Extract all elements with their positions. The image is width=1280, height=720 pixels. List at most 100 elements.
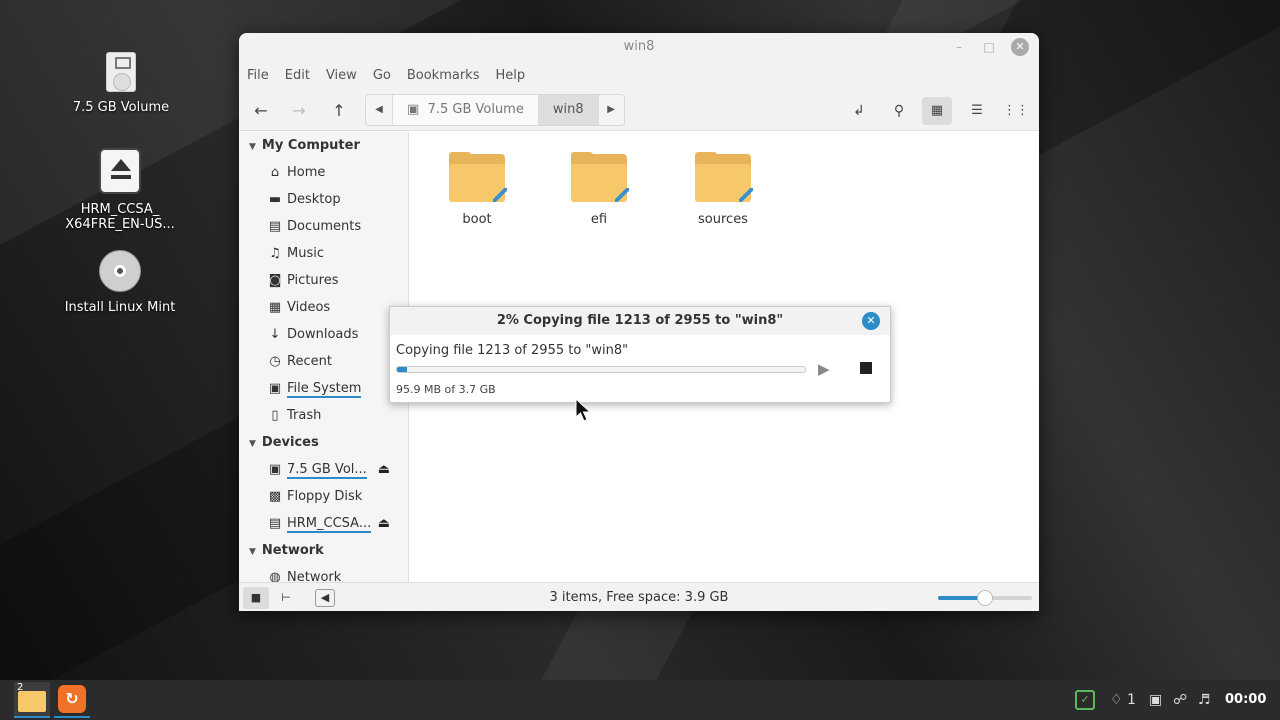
copy-progress-fill [397,367,408,372]
sidebar-item-downloads[interactable]: ↓ Downloads [239,321,408,348]
taskbar-files-button[interactable]: 2 [14,682,50,718]
path-scroll-left-button[interactable]: ◀ [366,95,392,125]
location-entry-icon: ↲ [853,103,865,119]
desktop-icon-install-linux-mint[interactable]: Install Linux Mint [60,250,180,315]
sidebar-item-desktop[interactable]: ▬ Desktop [239,186,408,213]
removable-drives-icon[interactable]: ▣ [1149,690,1162,710]
sidebar-item-videos[interactable]: ▦ Videos [239,294,408,321]
update-manager-icon[interactable]: ✓ [1075,690,1095,710]
zoom-slider[interactable] [938,590,1032,606]
optical-drive-icon: ▤ [268,516,282,531]
sidebar-section-my-computer[interactable]: ▼ My Computer [239,132,408,159]
desktop-icon-hrm-ccsa[interactable]: HRM_CCSA_ X64FRE_EN-US... [60,148,180,232]
clock[interactable]: 00:00 [1225,690,1266,710]
statusbar: 3 items, Free space: 3.9 GB ■ ⊢ ◀ [239,582,1039,611]
path-crumb-volume[interactable]: ▣ 7.5 GB Volume [392,95,538,125]
zoom-slider-handle[interactable] [977,590,993,606]
folder-label: efi [590,212,608,227]
maximize-button[interactable]: □ [981,39,997,55]
menu-edit[interactable]: Edit [285,68,310,83]
sidebar-item-label: Music [287,246,324,261]
minimize-button[interactable]: – [951,39,967,55]
icon-view-button[interactable]: ▦ [922,97,952,125]
section-title: My Computer [261,138,360,153]
sidebar-item-label: Network [287,570,342,582]
taskbar-backup-app-button[interactable]: ↻ [54,682,90,718]
desktop-icon-volume[interactable]: 7.5 GB Volume [61,52,181,115]
up-button[interactable]: ↑ [324,97,354,125]
sidebar-item-label: HRM_CCSA... [287,516,372,533]
usb-drive-icon [106,52,136,92]
folder-link-icon [449,152,507,202]
sidebar-item-label: Desktop [287,192,341,207]
sidebar-item-floppy-disk[interactable]: ▩ Floppy Disk [239,483,408,510]
play-icon: ▶ [818,360,830,378]
toggle-location-entry-button[interactable]: ↲ [844,97,874,125]
sidebar-item-file-system[interactable]: ▣ File System [239,375,408,402]
section-title: Devices [261,435,319,450]
menu-help[interactable]: Help [495,68,525,83]
sidebar-item-network[interactable]: ◍ Network [239,564,408,582]
folder-sources[interactable]: sources [673,152,773,227]
menu-bookmarks[interactable]: Bookmarks [407,68,480,83]
forward-button[interactable]: → [284,97,314,125]
sidebar-item-trash[interactable]: ▯ Trash [239,402,408,429]
clock-icon: ◷ [269,354,281,369]
dialog-close-button[interactable]: ✕ [862,312,880,330]
folder-link-icon [571,152,629,202]
sidebar-section-devices[interactable]: ▼ Devices [239,429,408,456]
show-treeview-button[interactable]: ⊢ [273,587,299,609]
arrow-right-icon: → [292,101,306,120]
folder-link-icon [695,152,753,202]
camera-icon: ◙ [268,273,282,288]
grid-icon: ▦ [930,103,944,118]
path-crumb-win8[interactable]: win8 [537,95,598,125]
toolbar: ← → ↑ ↲ ⚲ ▦ ☰ ⋮⋮ [239,89,1039,131]
eject-icon[interactable]: ⏏ [378,510,390,537]
folder-label: sources [698,212,748,227]
close-button[interactable]: ✕ [1011,38,1029,56]
list-icon: ☰ [971,103,983,118]
volume-icon[interactable]: ♬ [1198,690,1211,710]
show-places-button[interactable]: ■ [243,587,269,609]
menu-go[interactable]: Go [373,68,391,83]
back-button[interactable]: ← [246,97,276,125]
sidebar-item-label: Floppy Disk [287,489,363,504]
search-button[interactable]: ⚲ [884,97,914,125]
path-scroll-right-button[interactable]: ▶ [597,95,624,125]
desktop-icon-label: HRM_CCSA_ X64FRE_EN-US... [65,202,175,232]
sidebar: ▼ My Computer ⌂ Home ▬ Desktop ▤ Documents ♫… [239,132,409,582]
eject-icon[interactable]: ⏏ [378,456,390,483]
folder-boot[interactable]: boot [427,152,527,227]
sidebar-item-volume[interactable]: ▣ 7.5 GB Vol... ⏏ [239,456,408,483]
sidebar-item-music[interactable]: ♫ Music [239,240,408,267]
folder-efi[interactable]: efi [549,152,649,227]
folder-icon: ■ [250,591,262,604]
filesystem-icon: ▣ [268,381,282,396]
resume-button[interactable]: ▶ [818,359,836,379]
sidebar-item-home[interactable]: ⌂ Home [239,159,408,186]
search-icon: ⚲ [893,103,905,119]
dialog-message: Copying file 1213 of 2955 to "win8" [396,343,629,358]
caret-down-icon: ▼ [249,142,256,152]
sidebar-item-label: 7.5 GB Vol... [287,462,367,479]
notifications-applet[interactable]: ♢ 1 [1110,690,1136,710]
menu-view[interactable]: View [326,68,357,83]
compact-view-button[interactable]: ⋮⋮ [1001,97,1031,125]
sidebar-item-label: Pictures [287,273,339,288]
menu-file[interactable]: File [247,68,269,83]
sidebar-item-hrm-ccsa[interactable]: ▤ HRM_CCSA... ⏏ [239,510,408,537]
sidebar-item-recent[interactable]: ◷ Recent [239,348,408,375]
window-titlebar[interactable]: win8 – □ ✕ [239,33,1039,61]
bell-icon: ♢ [1110,692,1123,708]
stop-button[interactable] [860,362,872,374]
hide-sidebar-button[interactable]: ◀ [315,589,335,607]
list-view-button[interactable]: ☰ [962,97,992,125]
sidebar-item-documents[interactable]: ▤ Documents [239,213,408,240]
sidebar-item-pictures[interactable]: ◙ Pictures [239,267,408,294]
sidebar-item-label: Home [287,165,326,180]
sidebar-section-network[interactable]: ▼ Network [239,537,408,564]
network-icon[interactable]: ☍ [1173,690,1187,710]
sidebar-item-label: Videos [287,300,331,315]
refresh-app-icon: ↻ [58,685,86,713]
